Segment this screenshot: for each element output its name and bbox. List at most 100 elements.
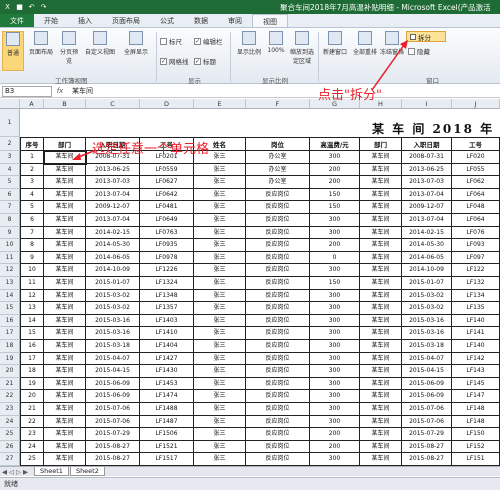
table-cell[interactable]: LF147 bbox=[452, 390, 500, 403]
table-cell[interactable]: 张三 bbox=[194, 327, 246, 340]
table-cell[interactable]: 300 bbox=[310, 340, 360, 353]
table-cell[interactable]: LF132 bbox=[452, 277, 500, 290]
table-cell[interactable]: 19 bbox=[20, 377, 44, 391]
zoom-100-button[interactable]: 100% bbox=[264, 31, 288, 54]
table-cell[interactable]: 某车间 bbox=[44, 453, 86, 466]
table-cell[interactable]: 反应岗位 bbox=[246, 277, 310, 290]
table-cell[interactable]: 反应岗位 bbox=[246, 352, 310, 366]
row-header[interactable]: 23 bbox=[0, 403, 20, 416]
table-cell[interactable]: 150 bbox=[310, 188, 360, 202]
row-header[interactable]: 14 bbox=[0, 289, 20, 303]
table-cell[interactable]: LF143 bbox=[452, 365, 500, 378]
prev-sheet-icon[interactable]: ◁ bbox=[9, 468, 14, 476]
table-cell[interactable]: 2015-07-06 bbox=[86, 415, 140, 429]
row-header[interactable]: 25 bbox=[0, 428, 20, 441]
table-cell[interactable]: 某车间 bbox=[360, 403, 402, 416]
table-cell[interactable]: 张三 bbox=[194, 251, 246, 265]
tab-home[interactable]: 开始 bbox=[34, 14, 68, 27]
table-cell[interactable]: 反应岗位 bbox=[246, 340, 310, 353]
table-cell[interactable]: 某车间 bbox=[360, 365, 402, 378]
row-header[interactable]: 2 bbox=[0, 137, 20, 151]
table-cell[interactable]: 某车间 bbox=[44, 188, 86, 202]
table-cell[interactable]: LF140 bbox=[452, 314, 500, 328]
table-cell[interactable]: 某车间 bbox=[360, 390, 402, 403]
table-cell[interactable]: 2013-07-04 bbox=[402, 214, 452, 227]
table-header-cell[interactable]: 高温费/元 bbox=[310, 137, 360, 151]
table-cell[interactable]: 某车间 bbox=[360, 176, 402, 189]
table-cell[interactable]: 2014-02-15 bbox=[402, 226, 452, 240]
table-cell[interactable]: 张三 bbox=[194, 440, 246, 454]
table-cell[interactable]: LF1410 bbox=[140, 327, 194, 340]
table-cell[interactable]: 22 bbox=[20, 415, 44, 429]
table-cell[interactable]: 反应岗位 bbox=[246, 403, 310, 416]
table-cell[interactable]: 2015-03-02 bbox=[402, 289, 452, 303]
column-header[interactable]: I bbox=[402, 99, 452, 109]
table-cell[interactable]: 2014-05-30 bbox=[86, 239, 140, 252]
table-cell[interactable]: 某车间 bbox=[360, 440, 402, 454]
hide-window-button[interactable]: 隐藏 bbox=[408, 46, 430, 56]
column-header[interactable]: B bbox=[44, 99, 86, 109]
row-header[interactable]: 10 bbox=[0, 239, 20, 252]
table-cell[interactable]: LF135 bbox=[452, 302, 500, 315]
table-cell[interactable]: 300 bbox=[310, 352, 360, 366]
table-cell[interactable]: LF1324 bbox=[140, 277, 194, 290]
table-cell[interactable]: 2015-07-06 bbox=[402, 403, 452, 416]
row-header[interactable]: 18 bbox=[0, 340, 20, 353]
table-cell[interactable]: 2008-07-31 bbox=[402, 151, 452, 164]
row-header[interactable]: 24 bbox=[0, 415, 20, 429]
table-cell[interactable]: 反应岗位 bbox=[246, 264, 310, 277]
table-cell[interactable]: LF122 bbox=[452, 264, 500, 277]
table-cell[interactable]: LF0935 bbox=[140, 239, 194, 252]
table-cell[interactable]: 300 bbox=[310, 226, 360, 240]
tab-sheet1[interactable]: Sheet1 bbox=[34, 467, 69, 476]
row-header[interactable]: 26 bbox=[0, 440, 20, 454]
table-header-cell[interactable]: 序号 bbox=[20, 137, 44, 151]
table-cell[interactable]: 某车间 bbox=[44, 239, 86, 252]
row-header[interactable]: 16 bbox=[0, 314, 20, 328]
table-cell[interactable]: LF020 bbox=[452, 151, 500, 164]
table-cell[interactable]: 张三 bbox=[194, 377, 246, 391]
table-cell[interactable]: LF134 bbox=[452, 289, 500, 303]
table-cell[interactable]: 2015-03-16 bbox=[402, 314, 452, 328]
table-cell[interactable]: 300 bbox=[310, 377, 360, 391]
column-header[interactable]: E bbox=[194, 99, 246, 109]
table-cell[interactable]: 25 bbox=[20, 453, 44, 466]
table-cell[interactable]: 反应岗位 bbox=[246, 428, 310, 441]
table-cell[interactable]: 9 bbox=[20, 251, 44, 265]
table-cell[interactable]: LF1488 bbox=[140, 403, 194, 416]
table-cell[interactable]: 11 bbox=[20, 277, 44, 290]
table-cell[interactable]: LF141 bbox=[452, 327, 500, 340]
table-cell[interactable]: 1 bbox=[20, 151, 44, 164]
table-cell[interactable]: 20 bbox=[20, 390, 44, 403]
table-cell[interactable]: 0 bbox=[310, 251, 360, 265]
tab-insert[interactable]: 插入 bbox=[68, 14, 102, 27]
table-cell[interactable]: 张三 bbox=[194, 403, 246, 416]
table-cell[interactable]: 反应岗位 bbox=[246, 214, 310, 227]
table-cell[interactable]: 2014-06-05 bbox=[402, 251, 452, 265]
table-cell[interactable]: 张三 bbox=[194, 201, 246, 214]
table-cell[interactable]: 7 bbox=[20, 226, 44, 240]
table-cell[interactable]: 2 bbox=[20, 163, 44, 177]
table-cell[interactable]: 2013-06-25 bbox=[86, 163, 140, 177]
table-cell[interactable]: 某车间 bbox=[44, 440, 86, 454]
table-cell[interactable]: 300 bbox=[310, 214, 360, 227]
table-cell[interactable]: 150 bbox=[310, 201, 360, 214]
table-cell[interactable]: 某车间 bbox=[44, 415, 86, 429]
table-cell[interactable]: 某车间 bbox=[360, 214, 402, 227]
table-cell[interactable]: 某车间 bbox=[360, 352, 402, 366]
row-header[interactable]: 21 bbox=[0, 377, 20, 391]
table-header-cell[interactable]: 入职日期 bbox=[402, 137, 452, 151]
row-header[interactable]: 27 bbox=[0, 453, 20, 466]
table-cell[interactable]: LF1404 bbox=[140, 340, 194, 353]
table-cell[interactable]: 2009-12-07 bbox=[402, 201, 452, 214]
table-cell[interactable]: 2014-02-15 bbox=[86, 226, 140, 240]
row-header[interactable]: 8 bbox=[0, 214, 20, 227]
table-cell[interactable]: 张三 bbox=[194, 314, 246, 328]
row-header[interactable]: 7 bbox=[0, 201, 20, 214]
table-cell[interactable]: 15 bbox=[20, 327, 44, 340]
sheet-nav[interactable]: ◀ ◁ ▷ ▶ bbox=[0, 468, 34, 476]
table-cell[interactable]: 21 bbox=[20, 403, 44, 416]
table-cell[interactable]: 某车间 bbox=[360, 377, 402, 391]
table-cell[interactable]: 24 bbox=[20, 440, 44, 454]
table-cell[interactable]: 张三 bbox=[194, 340, 246, 353]
